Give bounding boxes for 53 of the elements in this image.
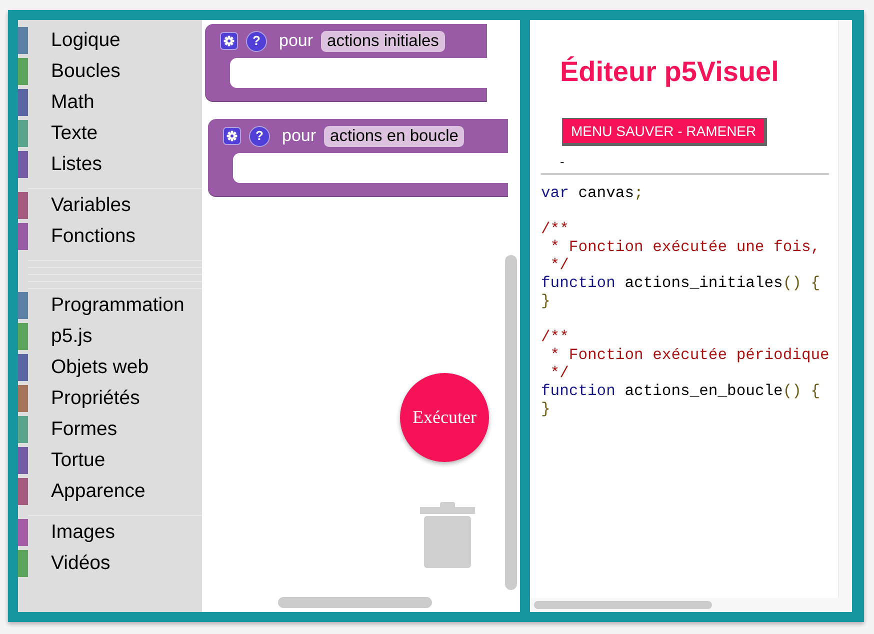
code-token: * Fonction exécutée périodique [549, 346, 830, 364]
code-token: /** [541, 328, 569, 346]
code-block[interactable]: ? pour actions initiales [205, 24, 487, 101]
trash-icon[interactable] [420, 500, 475, 570]
scrollbar-thumb[interactable] [505, 255, 517, 590]
code-token: } [541, 400, 550, 418]
code-token: function [541, 274, 616, 292]
category-item[interactable]: Programmation [18, 290, 202, 321]
block-keyword: pour [282, 125, 316, 148]
category-item[interactable]: Vidéos [18, 548, 202, 579]
block-name-field[interactable]: actions initiales [321, 30, 445, 52]
code-block[interactable]: ? pour actions en boucle [208, 119, 508, 196]
category-item[interactable]: p5.js [18, 321, 202, 352]
code-token: canvas [577, 184, 634, 202]
category-item[interactable]: Apparence [18, 476, 202, 507]
code-token: /** [541, 220, 569, 238]
editor-title: Éditeur p5Visuel [560, 56, 780, 88]
scrollbar-thumb[interactable] [278, 597, 432, 608]
code-token: var [541, 184, 569, 202]
category-item[interactable]: Math [18, 87, 202, 118]
category-item[interactable]: Variables [18, 190, 202, 221]
scrollbar-track[interactable] [530, 598, 852, 612]
gear-icon[interactable] [223, 127, 241, 145]
block-keyword: pour [279, 30, 314, 52]
menu-button[interactable]: MENU SAUVER - RAMENER [563, 119, 764, 143]
category-item[interactable]: Boucles [18, 56, 202, 87]
block-name-field[interactable]: actions en boucle [324, 126, 464, 146]
gear-icon[interactable] [220, 32, 238, 50]
category-item[interactable]: Objets web [18, 352, 202, 383]
help-icon[interactable]: ? [249, 126, 270, 146]
help-icon[interactable]: ? [246, 30, 267, 52]
scrollbar-thumb[interactable] [534, 601, 712, 609]
code-token: () { [782, 382, 820, 400]
category-item[interactable]: Texte [18, 118, 202, 149]
code-token: } [541, 292, 550, 310]
scrollbar-track[interactable] [838, 20, 852, 598]
code-token: */ [549, 256, 569, 274]
dash-text: - [560, 155, 566, 169]
code-token: function [541, 382, 616, 400]
code-token: () { [782, 274, 820, 292]
code-token: * Fonction exécutée une fois, [549, 238, 820, 256]
category-item[interactable]: Images [18, 517, 202, 548]
run-button[interactable]: Exécuter [400, 373, 489, 462]
code-token: actions_initiales [624, 274, 783, 292]
category-item[interactable]: Tortue [18, 445, 202, 476]
category-item[interactable]: Listes [18, 149, 202, 180]
category-item[interactable]: Fonctions [18, 221, 202, 252]
category-item[interactable]: Propriétés [18, 383, 202, 414]
category-item[interactable]: Logique [18, 25, 202, 56]
code-token: actions_en_boucle [624, 382, 783, 400]
code-token: */ [549, 364, 569, 382]
category-item[interactable]: Formes [18, 414, 202, 445]
code-token: ; [634, 184, 644, 202]
